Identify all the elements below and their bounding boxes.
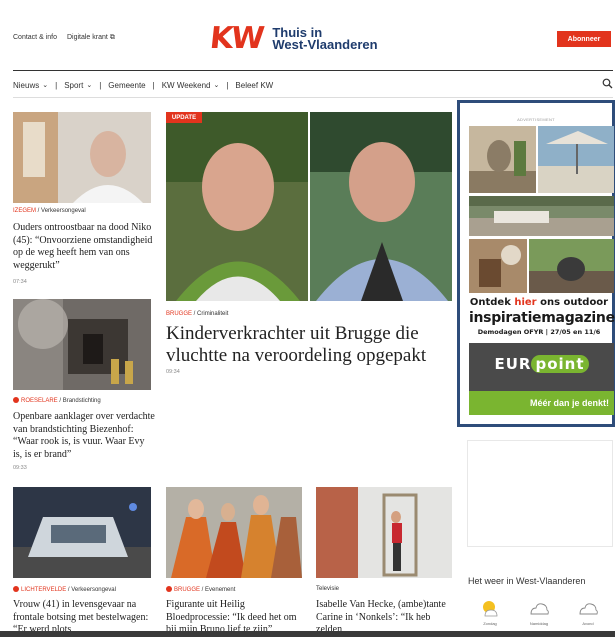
- article-time: 09:34: [166, 369, 180, 375]
- external-link-icon: ⧉: [109, 34, 115, 41]
- advertisement[interactable]: ADVERTISEMENT Ontdek hier ons outdoor in…: [457, 100, 615, 427]
- nav-divider: [13, 97, 613, 98]
- weather-day-label: Namiddag: [529, 621, 549, 626]
- top-links: Contact & info Digitale krant ⧉: [13, 34, 115, 42]
- side-widget: [467, 440, 613, 547]
- nav-separator: |: [99, 80, 102, 90]
- location-pin-icon: [166, 586, 172, 592]
- nav-item-gemeente[interactable]: Gemeente: [108, 81, 145, 90]
- main-nav: Nieuws ⌄ | Sport ⌄ | Gemeente | KW Weekend…: [13, 79, 273, 91]
- weather-day-label: Avond: [582, 621, 594, 626]
- article-image[interactable]: [13, 487, 151, 578]
- chevron-down-icon: ⌄: [86, 82, 93, 89]
- article-kicker: ROESELARE / Brandstichting: [13, 397, 101, 404]
- ad-photo: [469, 239, 527, 293]
- weather-title: Het weer in West-Vlaanderen: [468, 576, 586, 586]
- ad-subline: Demodagen OFYR | 27/05 en 11/6: [477, 328, 601, 336]
- ad-photo: [469, 126, 536, 193]
- ad-headline-line2: inspiratiemagazine: [469, 310, 615, 326]
- cloud-icon: [577, 598, 599, 623]
- article-time: 07:34: [13, 279, 27, 285]
- update-badge: UPDATE: [166, 112, 202, 123]
- site-header: Contact & info Digitale krant ⧉ KW Thuis …: [0, 0, 615, 72]
- article-headline[interactable]: Ouders ontroostbaar na dood Niko (45): “…: [13, 222, 153, 272]
- ad-slogan: Méér dan je denkt!: [469, 391, 614, 415]
- nav-separator: |: [226, 80, 229, 90]
- article-time: 09:33: [13, 465, 27, 471]
- ad-photo: [538, 126, 614, 193]
- weather-day-label: Zondag: [483, 621, 497, 626]
- location-pin-icon: [13, 586, 19, 592]
- article-kicker: Televisie: [316, 586, 340, 592]
- nav-separator: |: [152, 80, 155, 90]
- chevron-down-icon: ⌄: [213, 82, 220, 89]
- article-image[interactable]: [13, 112, 151, 203]
- subscribe-button[interactable]: Abonneer: [557, 31, 611, 47]
- article-kicker: BRUGGE / Evenement: [166, 586, 235, 593]
- search-icon[interactable]: [602, 78, 613, 92]
- ad-photo: [529, 239, 614, 293]
- logo-tagline: Thuis in West-Vlaanderen: [272, 25, 378, 52]
- nav-item-kw-weekend[interactable]: KW Weekend ⌄: [162, 81, 220, 90]
- main-article-image[interactable]: [166, 112, 452, 301]
- nav-separator: |: [55, 80, 58, 90]
- main-article-headline[interactable]: Kinderverkrachter uit Brugge die vluchtt…: [166, 323, 456, 367]
- header-divider: [13, 70, 613, 71]
- article-kicker: LICHTERVELDE / Verkeersongeval: [13, 586, 116, 593]
- main-article-kicker: BRUGGE / Criminaliteit: [166, 311, 229, 317]
- logo-mark: KW: [208, 21, 265, 56]
- site-logo[interactable]: KW Thuis in West-Vlaanderen: [208, 21, 378, 56]
- nav-item-sport[interactable]: Sport ⌄: [64, 81, 92, 90]
- cloud-icon: [528, 598, 550, 623]
- article-headline[interactable]: Openbare aanklager over verdachte van br…: [13, 411, 155, 461]
- chevron-down-icon: ⌄: [42, 82, 49, 89]
- sun-cloud-icon: [479, 598, 501, 623]
- location-pin-icon: [13, 397, 19, 403]
- nav-item-nieuws[interactable]: Nieuws ⌄: [13, 81, 48, 90]
- ad-headline-line1: Ontdek hier ons outdoor: [469, 297, 609, 308]
- ad-brand-logo: EUR point Méér dan je denkt!: [469, 343, 614, 415]
- ad-label: ADVERTISEMENT: [517, 117, 555, 122]
- article-image[interactable]: [166, 487, 302, 578]
- article-image[interactable]: [13, 299, 151, 390]
- ad-photo: [469, 196, 614, 236]
- bottom-overlay-bar: [0, 631, 615, 637]
- contact-link[interactable]: Contact & info: [13, 34, 57, 42]
- nav-item-beleef-kw[interactable]: Beleef KW: [235, 81, 273, 90]
- article-kicker: IZEGEM / Verkeersongeval: [13, 208, 86, 214]
- article-image[interactable]: [316, 487, 452, 578]
- digital-paper-link[interactable]: Digitale krant ⧉: [67, 34, 115, 42]
